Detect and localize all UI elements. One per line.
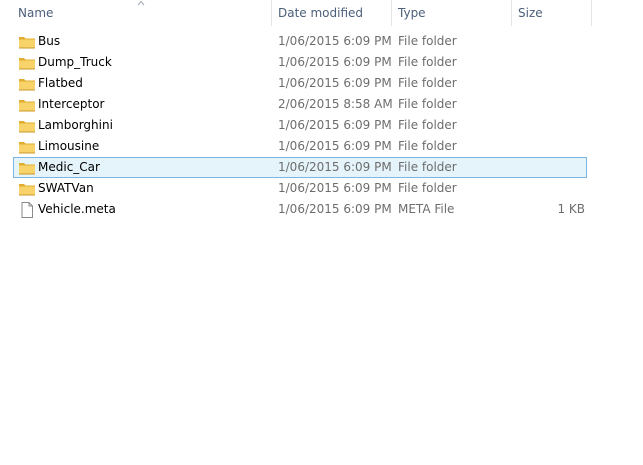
folder-icon — [18, 139, 36, 155]
folder-icon — [18, 76, 36, 92]
sort-ascending-icon — [137, 0, 145, 6]
file-row[interactable]: Medic_Car 1/06/2015 6:09 PM File folder — [13, 157, 587, 178]
file-type: File folder — [398, 97, 457, 111]
file-size — [524, 116, 585, 135]
file-size: 1 KB — [557, 202, 585, 216]
file-date-modified: 1/06/2015 6:09 PM — [278, 118, 392, 132]
file-name: Bus — [38, 34, 61, 48]
file-name: Limousine — [38, 139, 100, 153]
file-row[interactable]: Vehicle.meta 1/06/2015 6:09 PM META File 1 … — [13, 199, 587, 220]
file-type: File folder — [398, 55, 457, 69]
file-date-modified: 1/06/2015 6:09 PM — [278, 34, 392, 48]
file-type: File folder — [398, 34, 457, 48]
file-row[interactable]: Bus 1/06/2015 6:09 PM File folder — [13, 31, 587, 52]
file-date-modified: 2/06/2015 8:58 AM — [278, 97, 393, 111]
file-size — [524, 95, 585, 114]
file-type: META File — [398, 202, 455, 216]
file-name: Vehicle.meta — [38, 202, 116, 216]
file-name: SWATVan — [38, 181, 94, 195]
file-row[interactable]: Interceptor 2/06/2015 8:58 AM File folder — [13, 94, 587, 115]
file-name: Lamborghini — [38, 118, 113, 132]
file-name: Flatbed — [38, 76, 83, 90]
column-header-bar: Name Date modified Type Size — [0, 0, 643, 26]
file-size — [524, 137, 585, 156]
folder-icon — [18, 160, 36, 176]
file-row[interactable]: Dump_Truck 1/06/2015 6:09 PM File folder — [13, 52, 587, 73]
file-size — [524, 74, 585, 93]
file-row[interactable]: Limousine 1/06/2015 6:09 PM File folder — [13, 136, 587, 157]
column-header-size[interactable]: Size — [512, 0, 590, 26]
file-size — [524, 158, 585, 177]
file-date-modified: 1/06/2015 6:09 PM — [278, 139, 392, 153]
file-row[interactable]: Flatbed 1/06/2015 6:09 PM File folder — [13, 73, 587, 94]
file-row[interactable]: SWATVan 1/06/2015 6:09 PM File folder — [13, 178, 587, 199]
folder-icon — [18, 34, 36, 50]
file-type: File folder — [398, 160, 457, 174]
file-name: Interceptor — [38, 97, 105, 111]
folder-icon — [18, 55, 36, 71]
file-size — [524, 32, 585, 51]
file-name: Dump_Truck — [38, 55, 112, 69]
file-size — [524, 53, 585, 72]
file-type: File folder — [398, 118, 457, 132]
folder-icon — [18, 181, 36, 197]
file-type: File folder — [398, 139, 457, 153]
folder-icon — [18, 97, 36, 113]
column-divider[interactable] — [591, 0, 592, 26]
file-date-modified: 1/06/2015 6:09 PM — [278, 160, 392, 174]
file-date-modified: 1/06/2015 6:09 PM — [278, 181, 392, 195]
file-type: File folder — [398, 181, 457, 195]
column-header-date-modified[interactable]: Date modified — [272, 0, 390, 26]
file-type: File folder — [398, 76, 457, 90]
folder-icon — [18, 118, 36, 134]
file-date-modified: 1/06/2015 6:09 PM — [278, 55, 392, 69]
file-date-modified: 1/06/2015 6:09 PM — [278, 76, 392, 90]
column-header-type[interactable]: Type — [392, 0, 510, 26]
file-row[interactable]: Lamborghini 1/06/2015 6:09 PM File folder — [13, 115, 587, 136]
file-name: Medic_Car — [38, 160, 100, 174]
file-date-modified: 1/06/2015 6:09 PM — [278, 202, 392, 216]
file-size — [524, 179, 585, 198]
file-icon — [18, 202, 36, 218]
